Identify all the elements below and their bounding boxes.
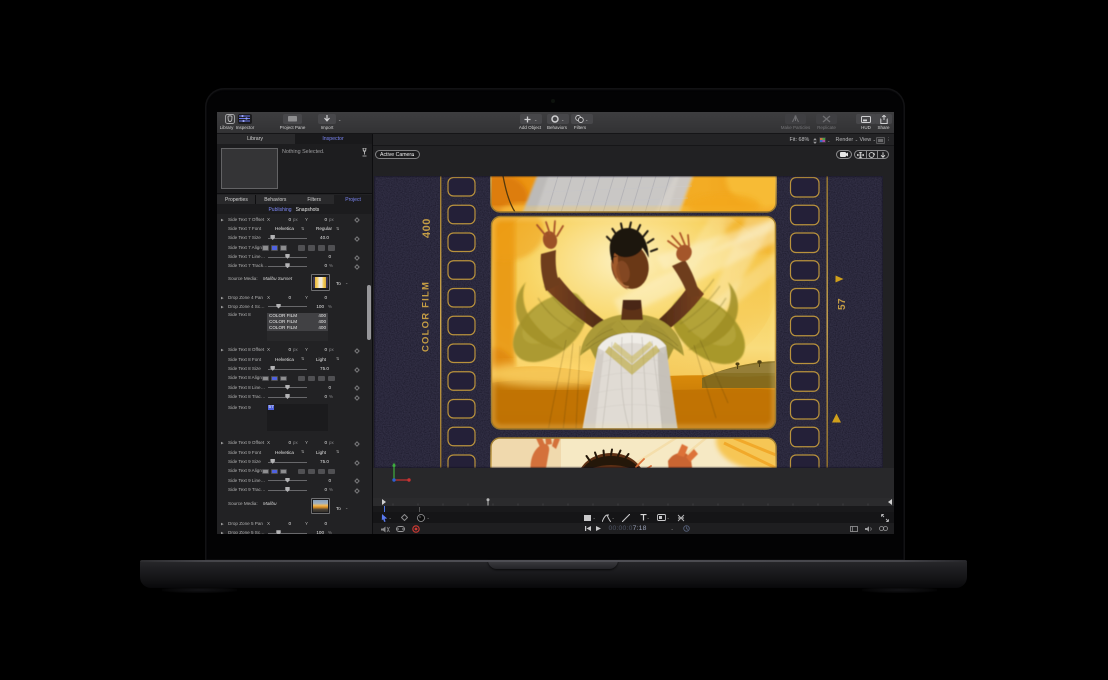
svg-text:57: 57 — [837, 298, 848, 310]
svg-text:400: 400 — [421, 218, 433, 238]
svg-text:COLOR FILM: COLOR FILM — [421, 281, 432, 352]
